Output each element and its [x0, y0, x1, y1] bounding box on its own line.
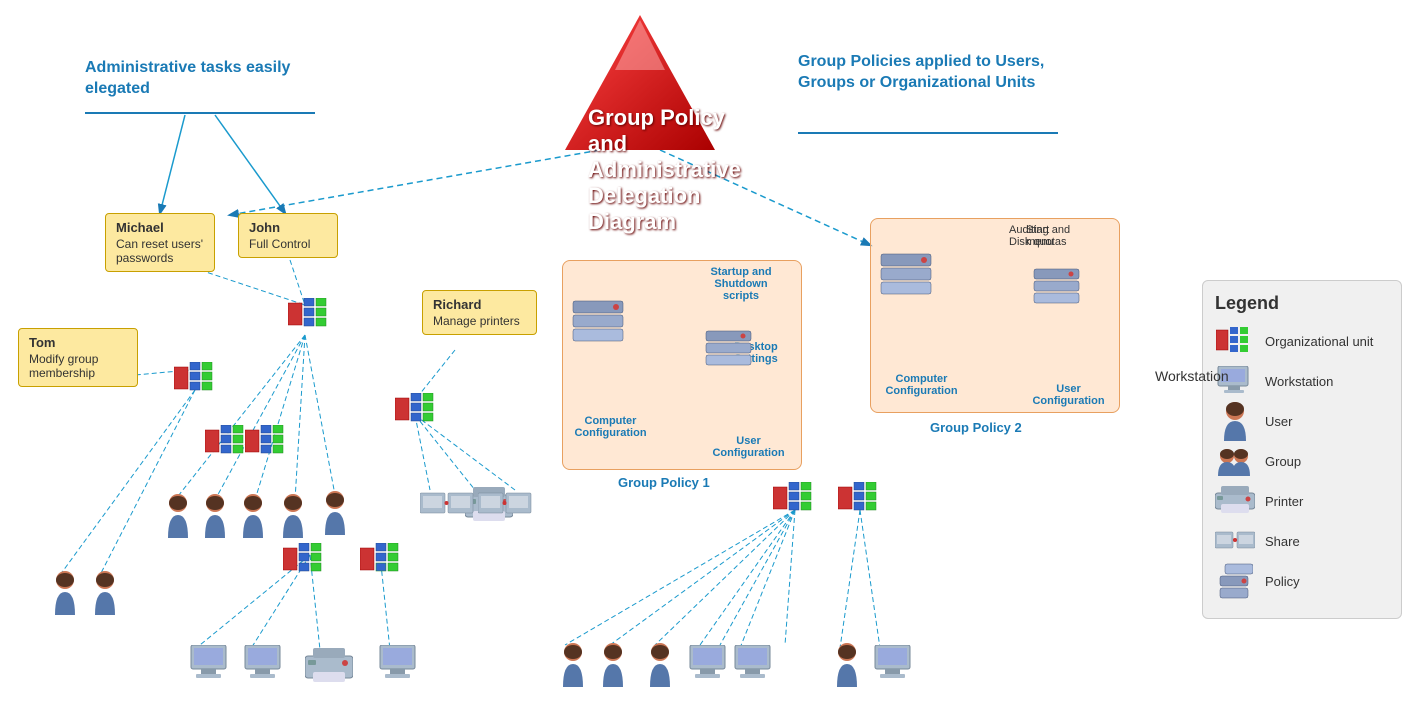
- user-icon-r2: [598, 642, 628, 687]
- diagram-container: Group Policy and Administrative Delegati…: [0, 0, 1412, 709]
- workstation-area-label: Workstation: [1155, 368, 1229, 384]
- domain-triangle: Group Policy and Administrative Delegati…: [560, 10, 720, 160]
- gp1-policy-icon2: [701, 311, 771, 401]
- user-icon-3: [238, 493, 268, 538]
- legend-ou-icon: [1216, 327, 1254, 355]
- tom-name: Tom: [29, 335, 127, 350]
- ws-icon-1: [186, 645, 231, 683]
- gp1-label: Group Policy 1: [618, 475, 710, 490]
- user-icon-r4: [832, 642, 862, 687]
- legend-user-label: User: [1265, 414, 1292, 429]
- user-icon-r3: [645, 642, 675, 687]
- domain-label: Group Policy and Administrative Delegati…: [588, 105, 741, 235]
- legend-item-ou: Organizational unit: [1215, 326, 1389, 356]
- michael-name: Michael: [116, 220, 204, 235]
- ou-icon-left-sub1: [174, 362, 216, 394]
- richard-desc: Manage printers: [433, 314, 526, 328]
- legend-printer-label: Printer: [1265, 494, 1303, 509]
- legend-item-user: User: [1215, 406, 1389, 436]
- john-box: John Full Control: [238, 213, 338, 258]
- ou-icon-sub-left1: [283, 543, 325, 575]
- legend-ou-label: Organizational unit: [1265, 334, 1373, 349]
- gp1-policy-icon: [568, 271, 648, 371]
- legend-ws-label: Workstation: [1265, 374, 1333, 389]
- john-desc: Full Control: [249, 237, 327, 251]
- gp2-user-config-label: UserConfiguration: [1026, 383, 1111, 407]
- richard-name: Richard: [433, 297, 526, 312]
- user-icon-2: [200, 493, 230, 538]
- ou-icon-left-sub2: [205, 425, 247, 457]
- michael-desc: Can reset users' passwords: [116, 237, 204, 265]
- john-name: John: [249, 220, 327, 235]
- gp2-label: Group Policy 2: [930, 420, 1022, 435]
- legend-group-icon: [1215, 446, 1255, 476]
- ws-icon-2: [240, 645, 285, 683]
- printer-icon-2: [305, 648, 353, 686]
- legend-share-label: Share: [1265, 534, 1300, 549]
- ou-icon-right2: [838, 482, 880, 514]
- legend-item-policy: Policy: [1215, 566, 1389, 596]
- legend-box: Legend Organizational unit: [1202, 280, 1402, 619]
- tom-box: Tom Modify group membership: [18, 328, 138, 387]
- gp2-policy-icon1: [876, 234, 956, 334]
- tom-desc: Modify group membership: [29, 352, 127, 380]
- share-icon-2: [478, 488, 533, 523]
- share-icon-1: [420, 488, 475, 523]
- user-icon-r1: [558, 642, 588, 687]
- legend-item-share: Share: [1215, 526, 1389, 556]
- legend-item-printer: Printer: [1215, 486, 1389, 516]
- gp-title: Group Policies applied to Users, Groups …: [798, 52, 1058, 94]
- ws-icon-3: [375, 645, 420, 683]
- user-icon-b1: [50, 570, 80, 615]
- legend-title: Legend: [1215, 293, 1389, 314]
- gp-underline: [798, 132, 1058, 134]
- legend-item-workstation: Workstation: [1215, 366, 1389, 396]
- ws-icon-5: [730, 645, 775, 683]
- gp1-startup-label: Startup andShutdownscripts: [691, 266, 791, 302]
- user-icon-1: [163, 493, 193, 538]
- user-icon-b2: [90, 570, 120, 615]
- gp1-user-config-label: UserConfiguration: [706, 435, 791, 459]
- legend-policy-label: Policy: [1265, 574, 1300, 589]
- user-icon-4: [278, 493, 308, 538]
- legend-share-icon: [1215, 529, 1255, 554]
- legend-printer-icon: [1215, 486, 1255, 516]
- ou-icon-richard: [395, 393, 437, 425]
- legend-user-icon: [1220, 401, 1250, 441]
- legend-policy-icon: [1217, 561, 1253, 601]
- gp1-computer-config-label: ComputerConfiguration: [568, 415, 653, 439]
- admin-title: Administrative tasks easily elegated: [85, 58, 315, 100]
- richard-box: Richard Manage printers: [422, 290, 537, 335]
- ws-icon-6: [870, 645, 915, 683]
- gp2-box: Auditing andDisk quotas Startmenu Comput…: [870, 218, 1120, 413]
- admin-underline: [85, 112, 315, 114]
- user-icon-5: [320, 490, 350, 535]
- gp2-startmenu-label: Startmenu: [1026, 224, 1126, 248]
- ou-icon-sub-left2: [360, 543, 402, 575]
- legend-group-label: Group: [1265, 454, 1301, 469]
- ws-icon-4: [685, 645, 730, 683]
- gp2-policy-icon2: [1029, 254, 1099, 344]
- ou-icon-left-sub3: [245, 425, 287, 457]
- ou-icon-main-left: [288, 298, 330, 330]
- ou-icon-right1: [773, 482, 815, 514]
- gp2-computer-config-label: ComputerConfiguration: [879, 373, 964, 397]
- gp1-box: ComputerConfiguration UserConfiguration …: [562, 260, 802, 470]
- michael-box: Michael Can reset users' passwords: [105, 213, 215, 272]
- legend-item-group: Group: [1215, 446, 1389, 476]
